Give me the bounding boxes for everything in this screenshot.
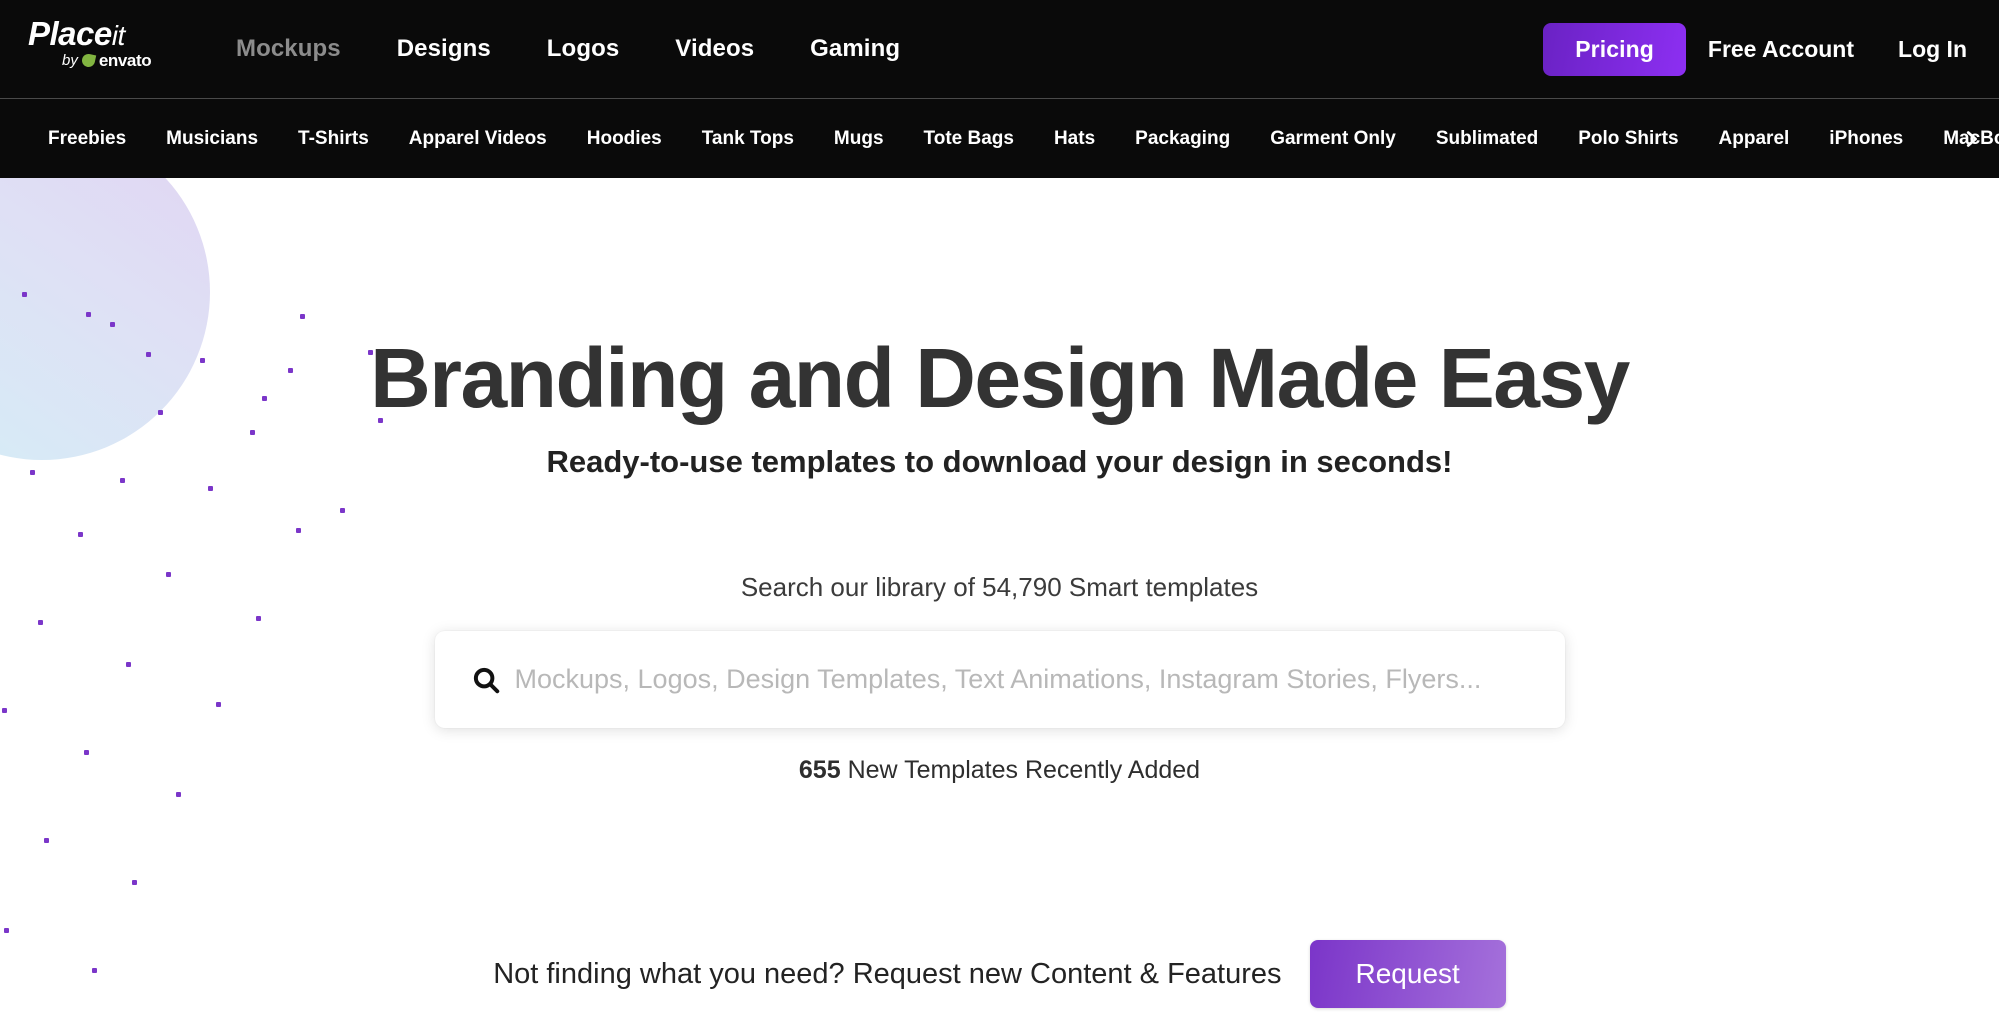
category-item-apparel-videos[interactable]: Apparel Videos: [389, 128, 567, 150]
decorative-dot: [176, 792, 181, 797]
category-item-packaging[interactable]: Packaging: [1115, 128, 1250, 150]
search-icon: [469, 663, 503, 697]
log-in-link[interactable]: Log In: [1876, 36, 1979, 63]
category-item-apparel[interactable]: Apparel: [1699, 128, 1810, 150]
primary-nav: Mockups Designs Logos Videos Gaming: [208, 0, 928, 98]
category-item-mugs[interactable]: Mugs: [814, 128, 904, 150]
search-input[interactable]: [514, 649, 1531, 710]
decorative-dot: [132, 880, 137, 885]
logo-envato-text: envato: [98, 51, 152, 70]
new-templates-count: 655 New Templates Recently Added: [799, 756, 1200, 785]
logo-byline: by envato: [62, 51, 152, 70]
hero-section: Branding and Design Made Easy Ready-to-u…: [0, 178, 1999, 785]
category-item-garment-only[interactable]: Garment Only: [1250, 128, 1416, 150]
logo-wordmark: Placeit: [28, 17, 125, 50]
page-root: Placeit by envato Mockups Designs Logos Vid…: [0, 0, 1999, 1030]
pricing-button[interactable]: Pricing: [1543, 22, 1686, 76]
nav-item-gaming[interactable]: Gaming: [782, 35, 928, 63]
free-account-link[interactable]: Free Account: [1686, 36, 1876, 63]
category-item-iphones[interactable]: iPhones: [1809, 128, 1923, 150]
category-item-tank-tops[interactable]: Tank Tops: [682, 128, 814, 150]
search-bar[interactable]: [434, 631, 1565, 729]
top-navigation-bar: Placeit by envato Mockups Designs Logos Vid…: [0, 0, 1999, 98]
category-item-musicians[interactable]: Musicians: [146, 128, 278, 150]
request-button[interactable]: Request: [1309, 940, 1506, 1008]
nav-item-designs[interactable]: Designs: [369, 35, 519, 63]
hero-subtitle: Ready-to-use templates to download your …: [546, 444, 1453, 480]
logo-it-text: it: [111, 20, 126, 51]
page-title: Branding and Design Made Easy: [370, 331, 1630, 425]
new-templates-label: New Templates Recently Added: [840, 756, 1201, 785]
nav-item-videos[interactable]: Videos: [647, 35, 782, 63]
category-item-hats[interactable]: Hats: [1034, 128, 1115, 150]
nav-item-mockups[interactable]: Mockups: [208, 35, 369, 63]
placeit-logo[interactable]: Placeit by envato: [28, 14, 160, 72]
decorative-dot: [44, 838, 49, 843]
request-prompt-text: Not finding what you need? Request new C…: [493, 957, 1282, 990]
category-item-sublimated[interactable]: Sublimated: [1416, 128, 1558, 150]
request-section: Not finding what you need? Request new C…: [0, 940, 1999, 1008]
chevron-right-icon[interactable]: [1951, 119, 1991, 159]
category-item-freebies[interactable]: Freebies: [28, 128, 146, 150]
new-templates-number: 655: [798, 756, 841, 785]
category-item-polo-shirts[interactable]: Polo Shirts: [1558, 128, 1698, 150]
logo-place-text: Place: [28, 15, 112, 52]
category-navigation-bar: Freebies Musicians T-Shirts Apparel Videos H…: [0, 98, 1999, 178]
nav-item-logos[interactable]: Logos: [519, 35, 648, 63]
category-item-tote-bags[interactable]: Tote Bags: [904, 128, 1034, 150]
category-item-hoodies[interactable]: Hoodies: [567, 128, 682, 150]
decorative-dot: [4, 928, 9, 933]
category-item-t-shirts[interactable]: T-Shirts: [278, 128, 389, 150]
search-library-label: Search our library of 54,790 Smart templ…: [740, 572, 1259, 603]
top-nav-actions: Pricing Free Account Log In: [1543, 0, 1979, 98]
envato-leaf-icon: [80, 52, 97, 69]
category-nav-track: Freebies Musicians T-Shirts Apparel Videos H…: [0, 128, 1999, 150]
logo-by-text: by: [62, 52, 78, 69]
